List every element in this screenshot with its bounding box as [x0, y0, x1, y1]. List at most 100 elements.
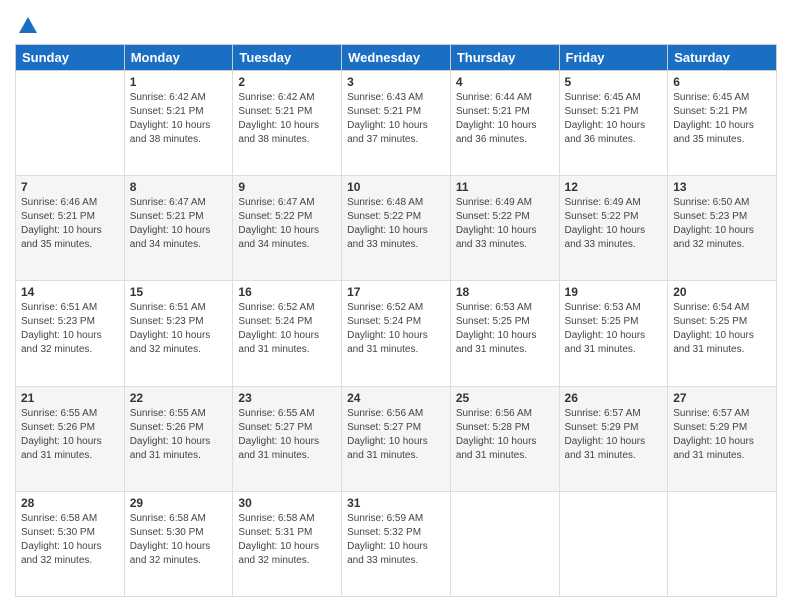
- day-info: Sunrise: 6:55 AM Sunset: 5:26 PM Dayligh…: [130, 407, 228, 463]
- calendar-cell: 7 Sunrise: 6:46 AM Sunset: 5:21 PM Daylig…: [16, 176, 125, 281]
- day-info: Sunrise: 6:56 AM Sunset: 5:27 PM Dayligh…: [347, 407, 445, 463]
- day-info: Sunrise: 6:43 AM Sunset: 5:21 PM Dayligh…: [347, 91, 445, 147]
- day-info: Sunrise: 6:58 AM Sunset: 5:30 PM Dayligh…: [21, 512, 119, 568]
- calendar-cell: 25Sunrise: 6:56 AM Sunset: 5:28 PM Dayli…: [450, 386, 559, 491]
- calendar-cell: 15 Sunrise: 6:51 AM Sunset: 5:23 PM Dayli…: [124, 281, 233, 386]
- calendar-cell: 28 Sunrise: 6:58 AM Sunset: 5:30 PM Dayli…: [16, 491, 125, 596]
- calendar-cell: 3Sunrise: 6:43 AM Sunset: 5:21 PM Daylig…: [342, 71, 451, 176]
- day-info: Sunrise: 6:51 AM Sunset: 5:23 PM Dayligh…: [21, 301, 119, 357]
- day-number: 7: [21, 180, 119, 194]
- logo-icon: [17, 15, 39, 37]
- calendar-cell: 2 Sunrise: 6:42 AM Sunset: 5:21 PM Daylig…: [233, 71, 342, 176]
- day-number: 11: [456, 180, 554, 194]
- day-number: 9: [238, 180, 336, 194]
- weekday-header-tuesday: Tuesday: [233, 45, 342, 71]
- day-number: 4: [456, 75, 554, 89]
- day-number: 12: [565, 180, 663, 194]
- calendar-cell: 9Sunrise: 6:47 AM Sunset: 5:22 PM Daylig…: [233, 176, 342, 281]
- day-info: Sunrise: 6:53 AM Sunset: 5:25 PM Dayligh…: [565, 301, 663, 357]
- day-info: Sunrise: 6:47 AM Sunset: 5:21 PM Dayligh…: [130, 196, 228, 252]
- day-info: Sunrise: 6:45 AM Sunset: 5:21 PM Dayligh…: [565, 91, 663, 147]
- day-number: 5: [565, 75, 663, 89]
- calendar-cell: 13 Sunrise: 6:50 AM Sunset: 5:23 PM Dayli…: [668, 176, 777, 281]
- day-info: Sunrise: 6:57 AM Sunset: 5:29 PM Dayligh…: [565, 407, 663, 463]
- calendar-cell: 17 Sunrise: 6:52 AM Sunset: 5:24 PM Dayli…: [342, 281, 451, 386]
- calendar-cell: 6Sunrise: 6:45 AM Sunset: 5:21 PM Daylig…: [668, 71, 777, 176]
- day-number: 8: [130, 180, 228, 194]
- day-number: 16: [238, 285, 336, 299]
- day-info: Sunrise: 6:55 AM Sunset: 5:26 PM Dayligh…: [21, 407, 119, 463]
- day-info: Sunrise: 6:51 AM Sunset: 5:23 PM Dayligh…: [130, 301, 228, 357]
- logo: [15, 15, 39, 34]
- day-info: Sunrise: 6:58 AM Sunset: 5:30 PM Dayligh…: [130, 512, 228, 568]
- day-info: Sunrise: 6:52 AM Sunset: 5:24 PM Dayligh…: [238, 301, 336, 357]
- day-info: Sunrise: 6:49 AM Sunset: 5:22 PM Dayligh…: [565, 196, 663, 252]
- calendar-body: 1 Sunrise: 6:42 AM Sunset: 5:21 PM Daylig…: [16, 71, 777, 597]
- day-info: Sunrise: 6:53 AM Sunset: 5:25 PM Dayligh…: [456, 301, 554, 357]
- day-info: Sunrise: 6:48 AM Sunset: 5:22 PM Dayligh…: [347, 196, 445, 252]
- day-info: Sunrise: 6:52 AM Sunset: 5:24 PM Dayligh…: [347, 301, 445, 357]
- calendar-cell: 19 Sunrise: 6:53 AM Sunset: 5:25 PM Dayli…: [559, 281, 668, 386]
- day-number: 26: [565, 391, 663, 405]
- calendar-cell: 1 Sunrise: 6:42 AM Sunset: 5:21 PM Daylig…: [124, 71, 233, 176]
- calendar-cell: 30 Sunrise: 6:58 AM Sunset: 5:31 PM Dayli…: [233, 491, 342, 596]
- page: SundayMondayTuesdayWednesdayThursdayFrid…: [0, 0, 792, 612]
- week-row-4: 28 Sunrise: 6:58 AM Sunset: 5:30 PM Dayli…: [16, 491, 777, 596]
- calendar-cell: 18 Sunrise: 6:53 AM Sunset: 5:25 PM Dayli…: [450, 281, 559, 386]
- header: [15, 15, 777, 34]
- day-number: 17: [347, 285, 445, 299]
- calendar-cell: 29 Sunrise: 6:58 AM Sunset: 5:30 PM Dayli…: [124, 491, 233, 596]
- day-number: 29: [130, 496, 228, 510]
- week-row-1: 7 Sunrise: 6:46 AM Sunset: 5:21 PM Daylig…: [16, 176, 777, 281]
- weekday-header-thursday: Thursday: [450, 45, 559, 71]
- day-number: 23: [238, 391, 336, 405]
- day-number: 15: [130, 285, 228, 299]
- weekday-header-saturday: Saturday: [668, 45, 777, 71]
- weekday-header-sunday: Sunday: [16, 45, 125, 71]
- day-info: Sunrise: 6:42 AM Sunset: 5:21 PM Dayligh…: [130, 91, 228, 147]
- day-info: Sunrise: 6:50 AM Sunset: 5:23 PM Dayligh…: [673, 196, 771, 252]
- day-info: Sunrise: 6:58 AM Sunset: 5:31 PM Dayligh…: [238, 512, 336, 568]
- day-info: Sunrise: 6:57 AM Sunset: 5:29 PM Dayligh…: [673, 407, 771, 463]
- calendar-cell: 10 Sunrise: 6:48 AM Sunset: 5:22 PM Dayli…: [342, 176, 451, 281]
- logo-text: [15, 15, 39, 34]
- weekday-row: SundayMondayTuesdayWednesdayThursdayFrid…: [16, 45, 777, 71]
- day-number: 31: [347, 496, 445, 510]
- day-number: 19: [565, 285, 663, 299]
- calendar-cell: 24 Sunrise: 6:56 AM Sunset: 5:27 PM Dayli…: [342, 386, 451, 491]
- day-info: Sunrise: 6:42 AM Sunset: 5:21 PM Dayligh…: [238, 91, 336, 147]
- week-row-2: 14Sunrise: 6:51 AM Sunset: 5:23 PM Dayli…: [16, 281, 777, 386]
- calendar-cell: 31 Sunrise: 6:59 AM Sunset: 5:32 PM Dayli…: [342, 491, 451, 596]
- day-number: 2: [238, 75, 336, 89]
- day-info: Sunrise: 6:46 AM Sunset: 5:21 PM Dayligh…: [21, 196, 119, 252]
- calendar-cell: 12 Sunrise: 6:49 AM Sunset: 5:22 PM Dayli…: [559, 176, 668, 281]
- day-number: 1: [130, 75, 228, 89]
- day-info: Sunrise: 6:44 AM Sunset: 5:21 PM Dayligh…: [456, 91, 554, 147]
- calendar-cell: [668, 491, 777, 596]
- weekday-header-wednesday: Wednesday: [342, 45, 451, 71]
- day-number: 24: [347, 391, 445, 405]
- calendar-cell: 5 Sunrise: 6:45 AM Sunset: 5:21 PM Daylig…: [559, 71, 668, 176]
- weekday-header-monday: Monday: [124, 45, 233, 71]
- calendar-cell: 20 Sunrise: 6:54 AM Sunset: 5:25 PM Dayli…: [668, 281, 777, 386]
- calendar-cell: 27Sunrise: 6:57 AM Sunset: 5:29 PM Dayli…: [668, 386, 777, 491]
- day-number: 30: [238, 496, 336, 510]
- day-number: 18: [456, 285, 554, 299]
- day-info: Sunrise: 6:59 AM Sunset: 5:32 PM Dayligh…: [347, 512, 445, 568]
- day-number: 28: [21, 496, 119, 510]
- calendar-cell: 14Sunrise: 6:51 AM Sunset: 5:23 PM Dayli…: [16, 281, 125, 386]
- day-number: 25: [456, 391, 554, 405]
- calendar-cell: [16, 71, 125, 176]
- day-number: 6: [673, 75, 771, 89]
- day-number: 10: [347, 180, 445, 194]
- calendar-cell: [450, 491, 559, 596]
- calendar-cell: [559, 491, 668, 596]
- day-info: Sunrise: 6:49 AM Sunset: 5:22 PM Dayligh…: [456, 196, 554, 252]
- day-info: Sunrise: 6:55 AM Sunset: 5:27 PM Dayligh…: [238, 407, 336, 463]
- day-number: 13: [673, 180, 771, 194]
- day-number: 20: [673, 285, 771, 299]
- calendar-cell: 21Sunrise: 6:55 AM Sunset: 5:26 PM Dayli…: [16, 386, 125, 491]
- day-info: Sunrise: 6:54 AM Sunset: 5:25 PM Dayligh…: [673, 301, 771, 357]
- calendar-header: SundayMondayTuesdayWednesdayThursdayFrid…: [16, 45, 777, 71]
- calendar-cell: 11 Sunrise: 6:49 AM Sunset: 5:22 PM Dayli…: [450, 176, 559, 281]
